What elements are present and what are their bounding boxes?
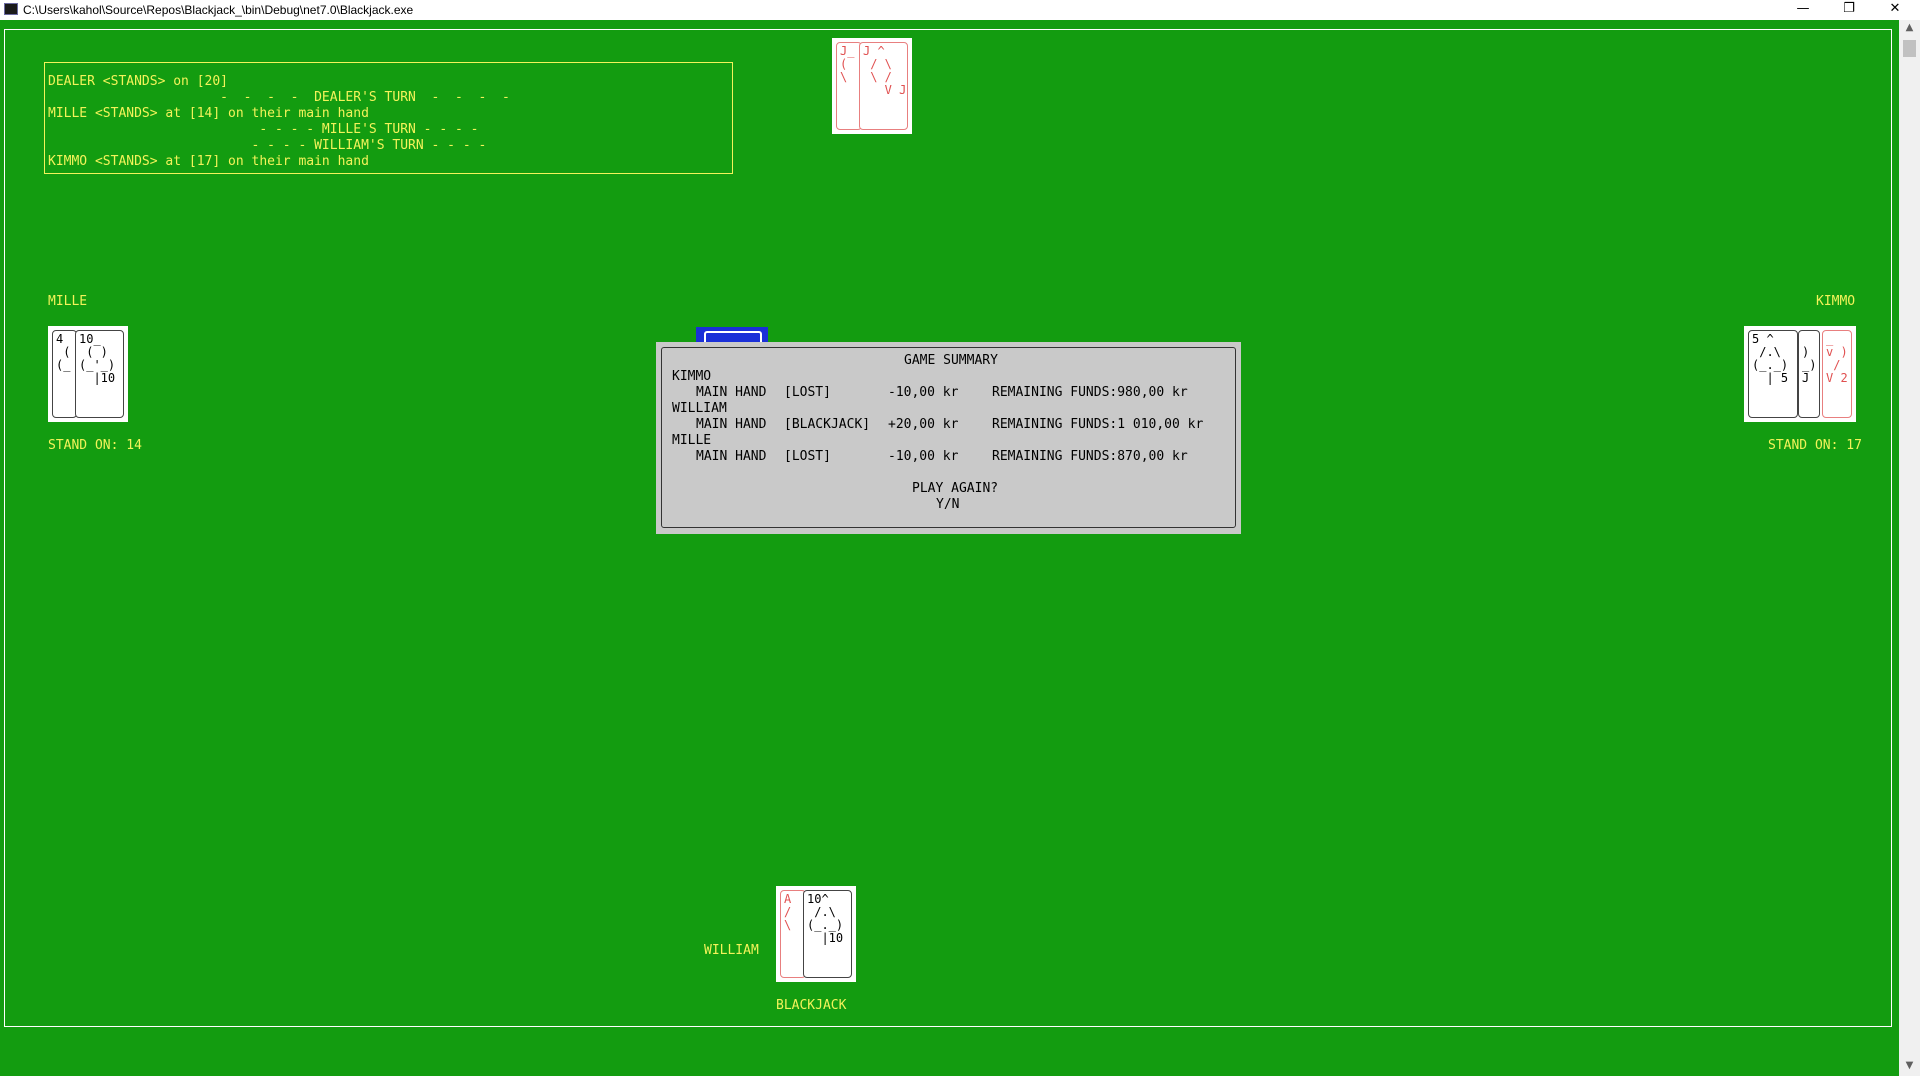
player-name-william: WILLIAM <box>704 943 759 958</box>
console-area: DEALER <STANDS> on [20] - - - - DEALER'S… <box>0 20 1899 1076</box>
console-app-icon <box>4 3 18 15</box>
summary-title: GAME SUMMARY <box>904 353 998 368</box>
kimmo-card: ) _) J <box>1798 330 1820 418</box>
summary-funds: REMAINING FUNDS:870,00 kr <box>992 449 1188 464</box>
kimmo-hand: 5 ^ /.\ (_._) | 5 ) _) J _ v ) / V 2 <box>1744 326 1856 422</box>
summary-amount: +20,00 kr <box>888 417 959 432</box>
player-name-kimmo: KIMMO <box>1816 294 1856 309</box>
log-line: - - - - MILLE'S TURN - - - - <box>48 122 479 137</box>
log-line: - - - - WILLIAM'S TURN - - - - <box>48 138 487 153</box>
scroll-up-arrow-icon[interactable]: ▲ <box>1899 22 1920 33</box>
log-line: DEALER <STANDS> on [20] <box>48 74 229 89</box>
scroll-down-arrow-icon[interactable]: ▼ <box>1899 1060 1920 1071</box>
summary-funds: REMAINING FUNDS:980,00 kr <box>992 385 1188 400</box>
play-again-options[interactable]: Y/N <box>936 497 959 513</box>
william-hand: A / \ 10^ /.\ (_._) |10 <box>776 886 856 982</box>
game-log: DEALER <STANDS> on [20] - - - - DEALER'S… <box>44 62 733 174</box>
summary-result: [BLACKJACK] <box>784 417 871 432</box>
window-title: C:\Users\kahol\Source\Repos\Blackjack_\b… <box>23 3 414 17</box>
kimmo-status: STAND ON: 17 <box>1768 438 1862 453</box>
summary-hand: MAIN HAND <box>696 417 767 432</box>
william-status: BLACKJACK <box>776 998 847 1013</box>
kimmo-card: 5 ^ /.\ (_._) | 5 <box>1748 330 1798 418</box>
close-button[interactable]: ✕ <box>1872 0 1918 20</box>
summary-result: [LOST] <box>784 449 831 464</box>
summary-player: KIMMO <box>672 369 712 384</box>
mille-card: 4 ( (_ <box>52 330 77 418</box>
play-again-prompt: PLAY AGAIN? <box>912 481 999 496</box>
dealer-hand: J_ ( \ J ^ / \ \ / V J <box>832 38 912 134</box>
mille-status: STAND ON: 14 <box>48 438 142 453</box>
summary-funds: REMAINING FUNDS:1 010,00 kr <box>992 417 1204 432</box>
mille-hand: 4 ( (_ 10_ ( ) (_'_) |10 <box>48 326 128 422</box>
log-line: MILLE <STANDS> at [14] on their main han… <box>48 106 369 121</box>
minimize-button[interactable]: — <box>1780 0 1826 20</box>
log-line: KIMMO <STANDS> at [17] on their main han… <box>48 154 369 169</box>
window-titlebar: C:\Users\kahol\Source\Repos\Blackjack_\b… <box>0 0 1920 20</box>
summary-amount: -10,00 kr <box>888 385 959 400</box>
summary-result: [LOST] <box>784 385 831 400</box>
summary-hand: MAIN HAND <box>696 385 767 400</box>
summary-player: MILLE <box>672 433 712 448</box>
vertical-scrollbar[interactable]: ▲ ▼ <box>1899 20 1920 1076</box>
restore-button[interactable]: ❐ <box>1826 0 1872 20</box>
scrollbar-thumb[interactable] <box>1903 40 1916 57</box>
summary-player: WILLIAM <box>672 401 727 416</box>
game-summary-dialog: GAME SUMMARY KIMMO MAIN HAND [LOST] -10,… <box>656 342 1241 534</box>
kimmo-card: _ v ) / V 2 <box>1822 330 1852 418</box>
dealer-card: J ^ / \ \ / V J <box>859 42 908 130</box>
log-line: - - - - DEALER'S TURN - - - - <box>48 90 510 105</box>
william-card: 10^ /.\ (_._) |10 <box>803 890 852 978</box>
mille-card: 10_ ( ) (_'_) |10 <box>75 330 124 418</box>
player-name-mille: MILLE <box>48 294 88 309</box>
summary-amount: -10,00 kr <box>888 449 959 464</box>
summary-hand: MAIN HAND <box>696 449 767 464</box>
